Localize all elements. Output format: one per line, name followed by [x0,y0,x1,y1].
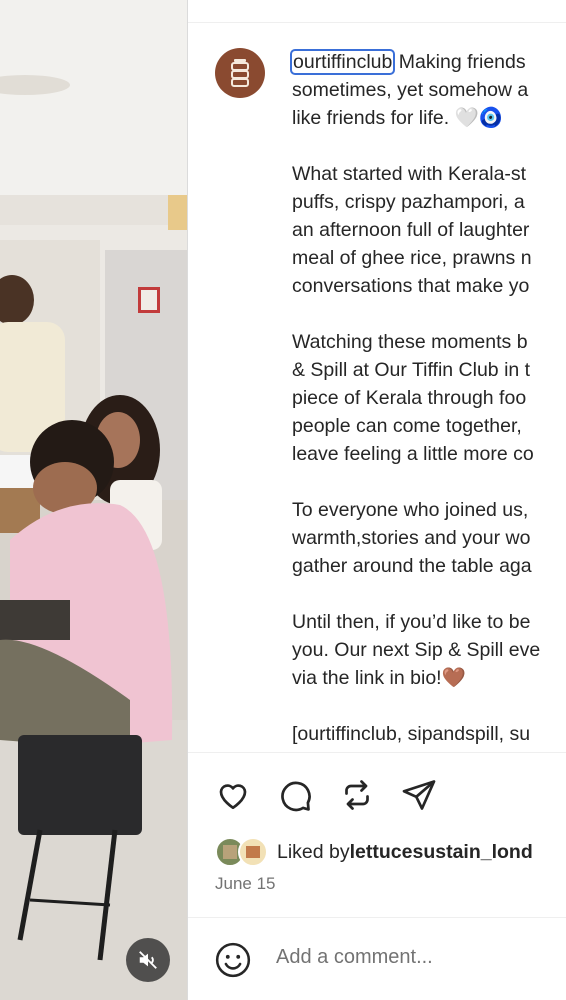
caption-line: via the link in bio!🤎 [292,667,466,689]
paper-plane-icon [402,780,436,810]
caption-line: Making friends [398,51,526,73]
actions-divider [188,752,566,753]
caption-line: leave feeling a little more co [292,443,534,465]
comment-bubble-icon [281,781,311,812]
heart-icon [219,784,247,810]
post-details-panel: ourtiffinclub Making friends sometimes, … [188,0,566,1000]
post-caption: ourtiffinclub Making friends sometimes, … [289,48,566,776]
caption-line: piece of Kerala through foo [292,387,527,409]
caption-paragraph: Until then, if you’d like to be you. Our… [292,608,566,692]
caption-line: To everyone who joined us, [292,499,529,521]
repost-button[interactable] [338,776,376,814]
caption-paragraph: To everyone who joined us, warmth,storie… [292,496,566,580]
username-link[interactable]: ourtiffinclub [289,49,396,75]
caption-line: sometimes, yet somehow a [292,79,529,101]
caption-line: & Spill at Our Tiffin Club in t [292,359,531,381]
comment-divider [188,917,566,918]
caption-line: like friends for life. 🤍🧿 [292,107,504,129]
avatar[interactable] [215,48,265,98]
speaker-muted-icon [139,951,157,969]
liker-avatars[interactable] [215,836,273,868]
caption-line: conversations that make yo [292,275,530,297]
comment-input[interactable] [276,946,556,969]
caption-paragraph: [ourtiffinclub, sipandspill, su [292,720,566,748]
caption-line: an afternoon full of laughter [292,219,530,241]
caption-line: gather around the table aga [292,555,532,577]
comment-button[interactable] [276,776,314,814]
caption-line: What started with Kerala-st [292,163,527,185]
likes-summary: Liked by lettucesustain_lond [215,836,533,868]
video-frame-image [0,0,187,1000]
tiffin-box-icon [231,59,249,87]
caption-line: meal of ghee rice, prawns n [292,247,532,269]
caption-line: people can come together, [292,415,522,437]
liked-by-user-link[interactable]: lettucesustain_lond [350,841,533,864]
like-button[interactable] [214,776,252,814]
post-video[interactable] [0,0,187,1000]
caption-line: puffs, crispy pazhampori, a [292,191,525,213]
caption-line: [ourtiffinclub, sipandspill, su [292,723,531,745]
mute-button[interactable] [126,938,170,982]
caption-paragraph: ourtiffinclub Making friends sometimes, … [289,48,566,132]
caption-line: you. Our next Sip & Spill eve [292,639,541,661]
caption-paragraph: Watching these moments b & Spill at Our … [292,328,566,468]
caption-paragraph: What started with Kerala-st puffs, crisp… [292,160,566,300]
emoji-button[interactable] [214,941,252,979]
caption-line: Until then, if you’d like to be [292,611,531,633]
caption-line: Watching these moments b [292,331,528,353]
liked-by-prefix: Liked by [277,840,350,863]
share-button[interactable] [400,776,438,814]
repost-icon [345,780,369,810]
smiley-icon [215,942,251,978]
caption-line: warmth,stories and your wo [292,527,531,549]
action-bar [214,776,438,816]
header-divider [188,22,566,23]
post-date[interactable]: June 15 [215,874,276,894]
